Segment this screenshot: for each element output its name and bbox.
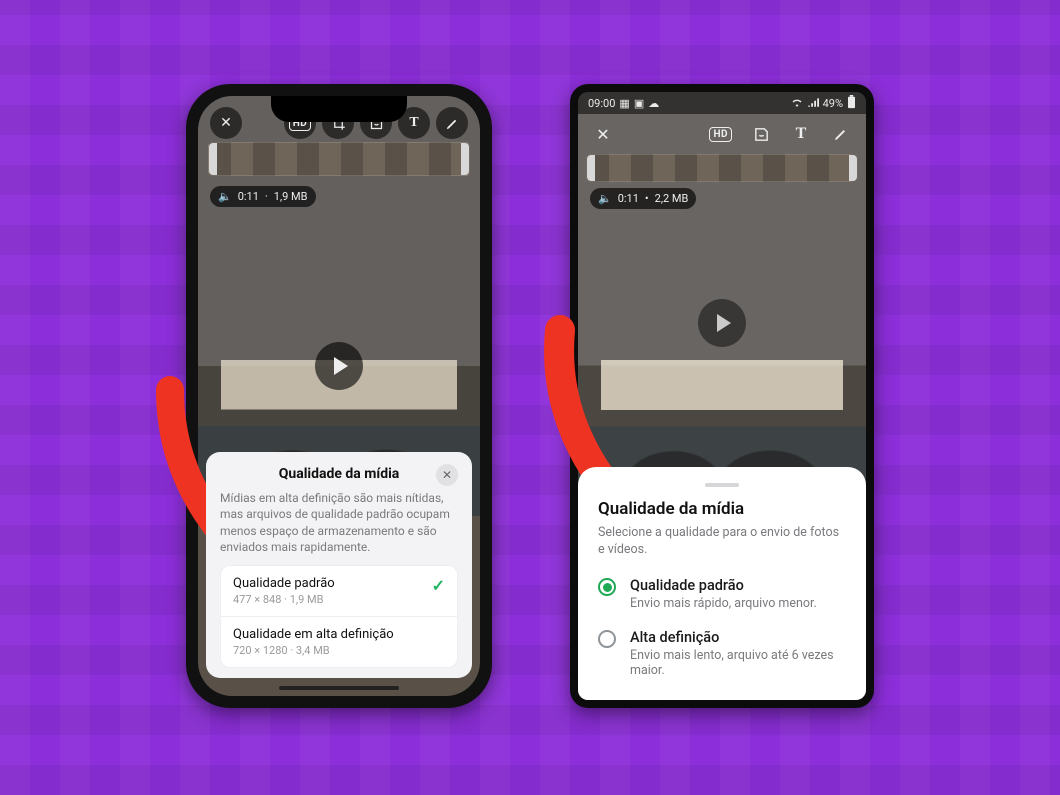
media-meta-chip: 0:11 • 2,2 MB (590, 188, 696, 209)
quality-options: Qualidade padrão 477 × 848 · 1,9 MB ✓ Qu… (220, 565, 458, 668)
size-label: 1,9 MB (274, 190, 308, 203)
media-meta-chip: 0:11 · 1,9 MB (210, 186, 316, 207)
checkmark-icon: ✓ (432, 576, 445, 595)
statusbar-icon: ▣ (634, 97, 644, 110)
radio-selected-icon (598, 578, 616, 596)
android-screen: 09:00 ▦ ▣ ☁ 49% ✕ (578, 92, 866, 700)
quality-sheet: Qualidade da mídia ✕ Mídias em alta defi… (206, 452, 472, 678)
statusbar-icon: ▦ (619, 97, 629, 110)
iphone-screen: ✕ HD T (198, 96, 480, 696)
quality-option-standard[interactable]: Qualidade padrão 477 × 848 · 1,9 MB ✓ (221, 566, 457, 616)
wifi-icon (791, 97, 803, 110)
trim-handle-left[interactable] (587, 155, 595, 181)
play-button[interactable] (315, 342, 363, 390)
sheet-description: Mídias em alta definição são mais nítida… (220, 490, 458, 555)
editor-topbar: ✕ HD T (578, 116, 866, 152)
iphone-frame: ✕ HD T (186, 84, 492, 708)
quality-option-hd[interactable]: Alta definição Envio mais lento, arquivo… (598, 629, 846, 678)
hd-button[interactable]: HD (705, 120, 736, 148)
radio-unselected-icon (598, 630, 616, 648)
play-button[interactable] (698, 299, 746, 347)
sheet-close-button[interactable]: ✕ (436, 464, 458, 486)
duration-label: 0:11 (618, 192, 639, 205)
battery-icon (847, 95, 856, 112)
close-icon[interactable]: ✕ (210, 107, 242, 139)
status-bar: 09:00 ▦ ▣ ☁ 49% (578, 92, 866, 114)
trim-strip[interactable] (208, 142, 470, 176)
status-time: 09:00 (588, 97, 615, 110)
sheet-title: Qualidade da mídia (279, 466, 400, 482)
speaker-icon[interactable] (218, 190, 232, 203)
close-icon[interactable]: ✕ (588, 120, 618, 148)
quality-option-hd[interactable]: Qualidade em alta definição 720 × 1280 ·… (221, 616, 457, 667)
sheet-title: Qualidade da mídia (598, 499, 846, 519)
statusbar-icon: ☁ (648, 97, 659, 110)
iphone-notch (271, 96, 407, 122)
quality-sheet: Qualidade da mídia Selecione a qualidade… (578, 467, 866, 700)
trim-handle-left[interactable] (209, 143, 217, 175)
trim-handle-right[interactable] (849, 155, 857, 181)
size-label: 2,2 MB (655, 192, 689, 205)
battery-pct: 49% (823, 97, 843, 110)
sheet-description: Selecione a qualidade para o envio de fo… (598, 525, 846, 559)
quality-option-standard[interactable]: Qualidade padrão Envio mais rápido, arqu… (598, 577, 846, 611)
sticker-icon[interactable] (746, 120, 776, 148)
speaker-icon[interactable] (598, 192, 612, 205)
draw-icon[interactable] (436, 107, 468, 139)
duration-label: 0:11 (238, 190, 259, 203)
sheet-grab-handle[interactable] (705, 483, 739, 487)
text-icon[interactable]: T (786, 120, 816, 148)
trim-strip[interactable] (586, 154, 858, 182)
signal-icon (807, 97, 819, 110)
home-indicator (279, 686, 399, 690)
android-frame: 09:00 ▦ ▣ ☁ 49% ✕ (570, 84, 874, 708)
trim-handle-right[interactable] (461, 143, 469, 175)
draw-icon[interactable] (826, 120, 856, 148)
